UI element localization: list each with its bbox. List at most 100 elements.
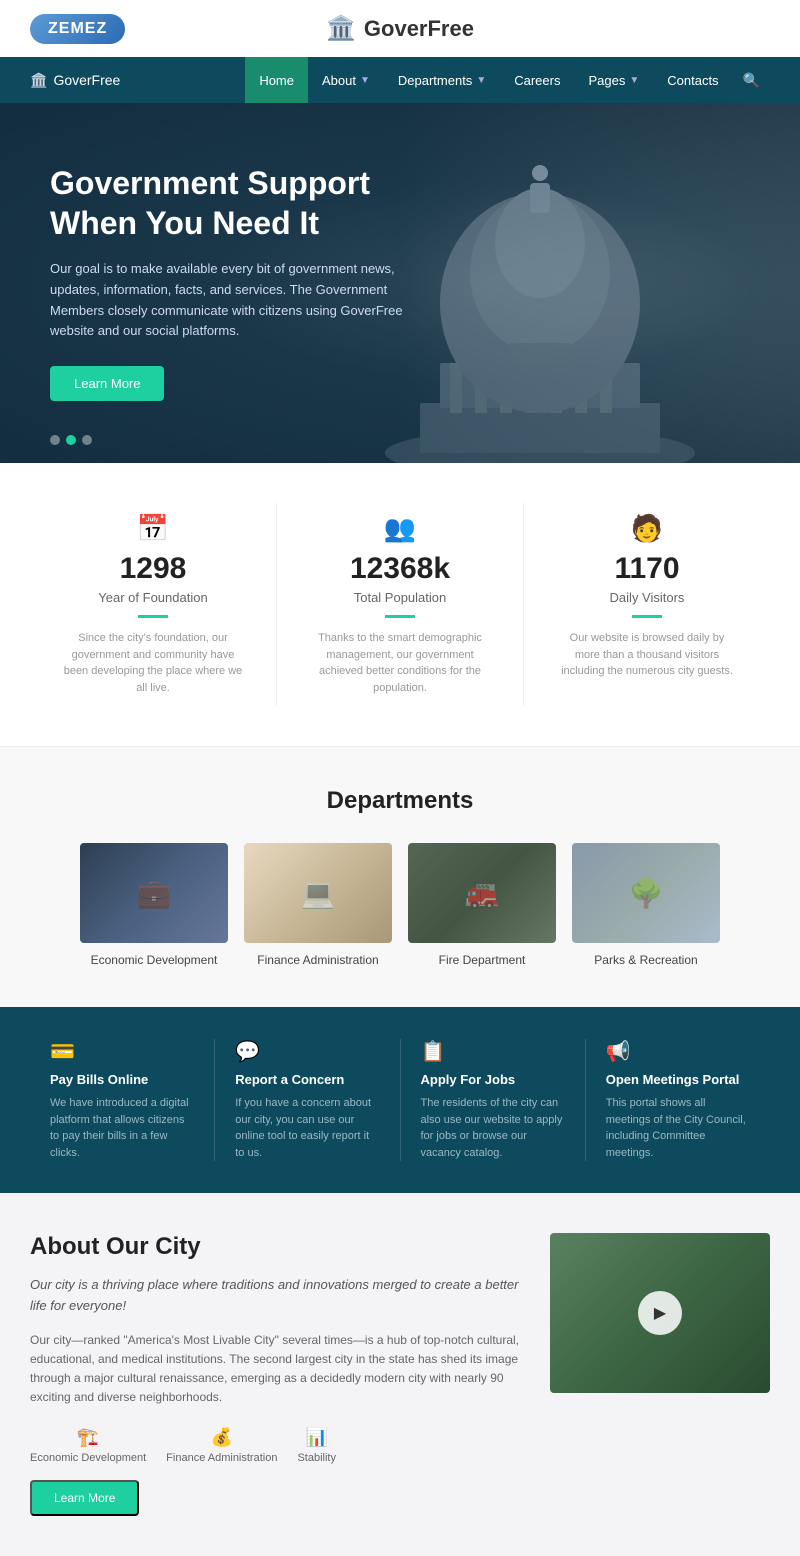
departments-section: Departments Economic Development Finance… bbox=[0, 747, 800, 1007]
dept-img-parks bbox=[572, 843, 720, 943]
nav-departments[interactable]: Departments ▼ bbox=[384, 57, 500, 103]
about-icons: 🏗️ Economic Development 💰 Finance Admini… bbox=[30, 1427, 520, 1464]
dot-2[interactable] bbox=[66, 435, 76, 445]
dept-img-parks-inner bbox=[572, 843, 720, 943]
dot-1[interactable] bbox=[50, 435, 60, 445]
dept-img-fire bbox=[408, 843, 556, 943]
finance-icon: 💰 bbox=[166, 1427, 277, 1448]
service-meetings: 📢 Open Meetings Portal This portal shows… bbox=[586, 1039, 770, 1161]
about-subtitle: Our city is a thriving place where tradi… bbox=[30, 1275, 520, 1317]
dept-card-econ[interactable]: Economic Development bbox=[80, 843, 228, 967]
hero-dots bbox=[50, 435, 92, 445]
service-bills: 💳 Pay Bills Online We have introduced a … bbox=[30, 1039, 215, 1161]
nav-pages[interactable]: Pages ▼ bbox=[574, 57, 653, 103]
nav-links: Home About ▼ Departments ▼ Careers Pages… bbox=[245, 57, 770, 103]
hero-learn-more-button[interactable]: Learn More bbox=[50, 366, 164, 401]
bills-title: Pay Bills Online bbox=[50, 1072, 194, 1087]
meetings-desc: This portal shows all meetings of the Ci… bbox=[606, 1095, 750, 1161]
concern-title: Report a Concern bbox=[235, 1072, 379, 1087]
hero-section: Government Support When You Need It Our … bbox=[0, 103, 800, 463]
meetings-icon: 📢 bbox=[606, 1039, 750, 1064]
visitors-label: Daily Visitors bbox=[544, 590, 750, 605]
hero-description: Our goal is to make available every bit … bbox=[50, 259, 410, 342]
meetings-title: Open Meetings Portal bbox=[606, 1072, 750, 1087]
dept-img-fire-inner bbox=[408, 843, 556, 943]
brand-icon: 🏛️ bbox=[326, 14, 356, 43]
dept-img-economic bbox=[80, 843, 228, 943]
population-divider bbox=[385, 615, 415, 618]
about-icon-finance: 💰 Finance Administration bbox=[166, 1427, 277, 1464]
econ-icon: 🏗️ bbox=[30, 1427, 146, 1448]
population-icon: 👥 bbox=[297, 513, 503, 544]
foundation-label: Year of Foundation bbox=[50, 590, 256, 605]
about-description: Our city—ranked "America's Most Livable … bbox=[30, 1331, 520, 1408]
play-button[interactable]: ▶ bbox=[638, 1291, 682, 1335]
stats-section: 📅 1298 Year of Foundation Since the city… bbox=[0, 463, 800, 747]
dept-label-parks: Parks & Recreation bbox=[572, 953, 720, 967]
foundation-icon: 📅 bbox=[50, 513, 256, 544]
nav-brand-icon: 🏛️ bbox=[30, 72, 47, 89]
service-jobs: 📋 Apply For Jobs The residents of the ci… bbox=[401, 1039, 586, 1161]
stat-foundation: 📅 1298 Year of Foundation Since the city… bbox=[30, 503, 277, 706]
hero-title: Government Support When You Need It bbox=[50, 163, 410, 243]
navbar: 🏛️ GoverFree Home About ▼ Departments ▼ … bbox=[0, 57, 800, 103]
top-bar: ZEMEZ 🏛️ GoverFree bbox=[0, 0, 800, 57]
nav-brand: 🏛️ GoverFree bbox=[30, 72, 120, 89]
dot-3[interactable] bbox=[82, 435, 92, 445]
foundation-desc: Since the city's foundation, our governm… bbox=[63, 630, 243, 696]
visitors-desc: Our website is browsed daily by more tha… bbox=[557, 630, 737, 680]
departments-grid: Economic Development Finance Administrat… bbox=[30, 843, 770, 967]
stat-visitors: 🧑 1170 Daily Visitors Our website is bro… bbox=[524, 503, 770, 706]
population-desc: Thanks to the smart demographic manageme… bbox=[310, 630, 490, 696]
stability-icon: 📊 bbox=[297, 1427, 336, 1448]
dept-label-econ: Economic Development bbox=[80, 953, 228, 967]
departments-title: Departments bbox=[30, 787, 770, 815]
nav-careers[interactable]: Careers bbox=[500, 57, 574, 103]
dept-label-fire: Fire Department bbox=[408, 953, 556, 967]
nav-about[interactable]: About ▼ bbox=[308, 57, 384, 103]
hero-content: Government Support When You Need It Our … bbox=[0, 103, 460, 461]
concern-icon: 💬 bbox=[235, 1039, 379, 1064]
zemez-logo[interactable]: ZEMEZ bbox=[30, 14, 125, 44]
about-video[interactable]: ▶ bbox=[550, 1233, 770, 1393]
concern-desc: If you have a concern about our city, yo… bbox=[235, 1095, 379, 1161]
service-concern: 💬 Report a Concern If you have a concern… bbox=[215, 1039, 400, 1161]
nav-home[interactable]: Home bbox=[245, 57, 308, 103]
search-icon[interactable]: 🔍 bbox=[733, 72, 770, 89]
site-title: GoverFree bbox=[364, 16, 474, 42]
bills-desc: We have introduced a digital platform th… bbox=[50, 1095, 194, 1161]
finance-icon-label: Finance Administration bbox=[166, 1452, 277, 1464]
population-number: 12368k bbox=[297, 552, 503, 586]
site-brand: 🏛️ GoverFree bbox=[326, 14, 474, 43]
visitors-icon: 🧑 bbox=[544, 513, 750, 544]
econ-icon-label: Economic Development bbox=[30, 1452, 146, 1464]
dept-card-parks[interactable]: Parks & Recreation bbox=[572, 843, 720, 967]
services-banner: 💳 Pay Bills Online We have introduced a … bbox=[0, 1007, 800, 1193]
dept-card-fire[interactable]: Fire Department bbox=[408, 843, 556, 967]
dept-card-finance[interactable]: Finance Administration bbox=[244, 843, 392, 967]
about-title: About Our City bbox=[30, 1233, 520, 1261]
dept-label-finance: Finance Administration bbox=[244, 953, 392, 967]
pages-arrow: ▼ bbox=[629, 75, 639, 86]
about-learn-more-button[interactable]: Learn More bbox=[30, 1480, 139, 1516]
nav-contacts[interactable]: Contacts bbox=[653, 57, 732, 103]
jobs-title: Apply For Jobs bbox=[421, 1072, 565, 1087]
nav-brand-label: GoverFree bbox=[53, 72, 120, 88]
foundation-number: 1298 bbox=[50, 552, 256, 586]
jobs-icon: 📋 bbox=[421, 1039, 565, 1064]
dept-img-econ-inner bbox=[80, 843, 228, 943]
stability-icon-label: Stability bbox=[297, 1452, 336, 1464]
dept-img-finance-inner bbox=[244, 843, 392, 943]
about-text: About Our City Our city is a thriving pl… bbox=[30, 1233, 520, 1516]
about-icon-stability: 📊 Stability bbox=[297, 1427, 336, 1464]
visitors-number: 1170 bbox=[544, 552, 750, 586]
about-arrow: ▼ bbox=[360, 75, 370, 86]
bills-icon: 💳 bbox=[50, 1039, 194, 1064]
foundation-divider bbox=[138, 615, 168, 618]
population-label: Total Population bbox=[297, 590, 503, 605]
about-icon-econ: 🏗️ Economic Development bbox=[30, 1427, 146, 1464]
dept-img-finance bbox=[244, 843, 392, 943]
stat-population: 👥 12368k Total Population Thanks to the … bbox=[277, 503, 524, 706]
jobs-desc: The residents of the city can also use o… bbox=[421, 1095, 565, 1161]
visitors-divider bbox=[632, 615, 662, 618]
